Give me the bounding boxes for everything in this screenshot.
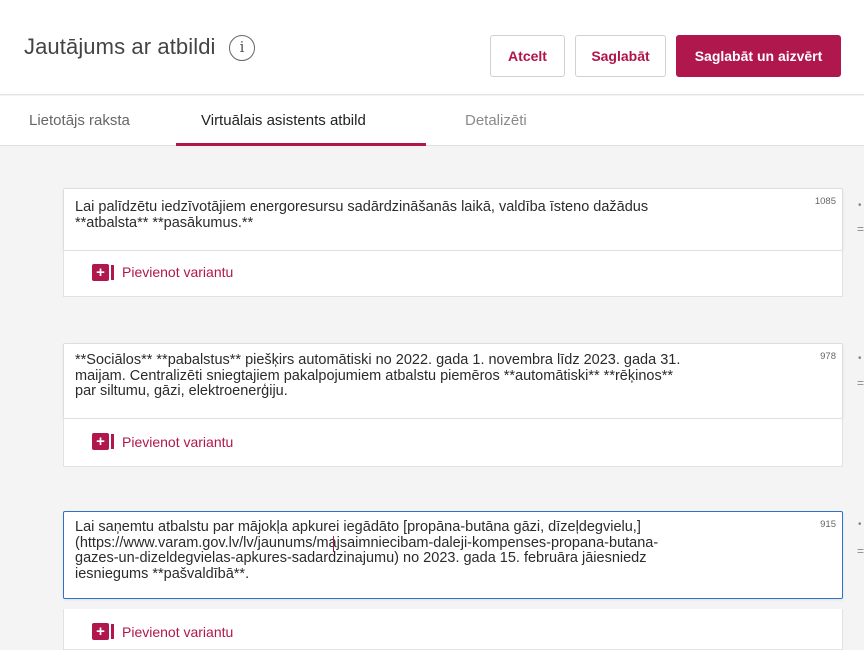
add-variant-icon[interactable]: + — [92, 623, 114, 640]
answer-text-field[interactable]: Lai saņemtu atbalstu par mājokļa apkurei… — [63, 511, 843, 599]
side-dot-icon: • — [858, 519, 862, 530]
active-tab-indicator — [176, 143, 426, 146]
cancel-button[interactable]: Atcelt — [490, 35, 565, 77]
drag-handle-icon[interactable]: = — [857, 376, 864, 390]
character-count: 1085 — [814, 196, 836, 207]
info-icon[interactable]: i — [229, 35, 255, 61]
add-variant-link[interactable]: Pievienot variantu — [122, 434, 233, 450]
answer-text-field[interactable]: Lai palīdzētu iedzīvotājiem energoresurs… — [63, 188, 843, 251]
dialog: Jautājums ar atbildi i Atcelt Saglabāt S… — [0, 0, 864, 650]
side-dot-icon: • — [858, 200, 862, 211]
tab-assistant-answers[interactable]: Virtuālais asistents atbild — [201, 112, 366, 129]
character-count: 978 — [820, 351, 836, 362]
character-count: 915 — [820, 519, 836, 530]
tab-bar: Lietotājs raksta Virtuālais asistents at… — [0, 96, 864, 146]
answer-text: Lai saņemtu atbalstu par mājokļa apkurei… — [75, 519, 659, 582]
tab-user-writes[interactable]: Lietotājs raksta — [29, 112, 130, 129]
add-variant-link[interactable]: Pievienot variantu — [122, 264, 233, 280]
tab-details[interactable]: Detalizēti — [465, 112, 527, 129]
drag-handle-icon[interactable]: = — [857, 544, 864, 558]
answer-footer: + Pievienot variantu — [63, 251, 843, 297]
answer-text: Lai palīdzētu iedzīvotājiem energoresurs… — [75, 199, 649, 231]
answer-text: **Sociālos** **pabalstus** piešķirs auto… — [75, 352, 681, 399]
answer-text-field[interactable]: **Sociālos** **pabalstus** piešķirs auto… — [63, 343, 843, 419]
text-cursor — [333, 536, 334, 552]
save-button[interactable]: Saglabāt — [575, 35, 666, 77]
answer-footer: + Pievienot variantu — [63, 419, 843, 467]
side-dot-icon: • — [858, 353, 862, 364]
add-variant-link[interactable]: Pievienot variantu — [122, 624, 233, 640]
add-variant-icon[interactable]: + — [92, 264, 114, 281]
dialog-header: Jautājums ar atbildi i Atcelt Saglabāt S… — [0, 0, 864, 95]
answer-footer: + Pievienot variantu — [63, 609, 843, 650]
drag-handle-icon[interactable]: = — [857, 222, 864, 236]
add-variant-icon[interactable]: + — [92, 433, 114, 450]
save-and-close-button[interactable]: Saglabāt un aizvērt — [676, 35, 841, 77]
dialog-title: Jautājums ar atbildi — [24, 34, 216, 59]
